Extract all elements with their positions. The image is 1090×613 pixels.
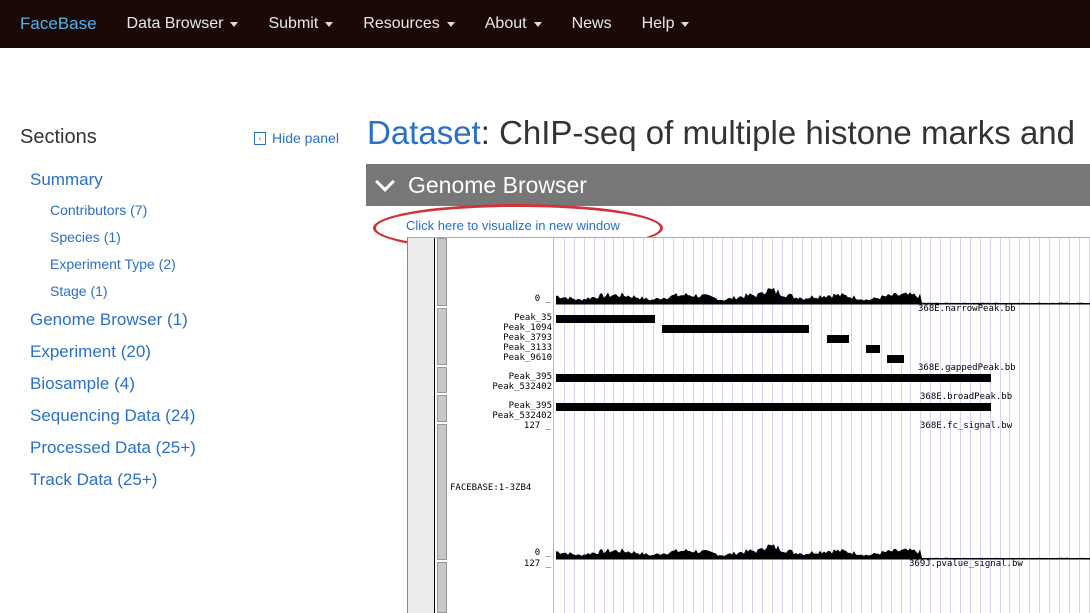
nav-item-submit[interactable]: Submit <box>268 15 334 33</box>
sidebar-item[interactable]: Stage (1) <box>50 283 108 299</box>
track-name: 368E.gappedPeak.bb <box>918 363 1016 373</box>
peak-bar[interactable] <box>556 403 991 411</box>
top-navbar: FaceBase Data Browser Submit Resources Abou… <box>0 0 1090 48</box>
peak-bar[interactable] <box>827 335 849 343</box>
hide-panel-button[interactable]: ‹ Hide panel <box>254 130 339 146</box>
sidebar-item[interactable]: Track Data (25+) <box>30 470 157 490</box>
peak-bar[interactable] <box>866 345 880 353</box>
caret-down-icon <box>446 21 455 27</box>
nav-label: About <box>484 15 527 32</box>
sidebar-item[interactable]: Experiment Type (2) <box>50 256 176 272</box>
dataset-link[interactable]: Dataset <box>367 114 481 151</box>
axis-label: 127 _ <box>523 559 551 569</box>
caret-down-icon <box>230 21 239 27</box>
nav-item-resources[interactable]: Resources <box>363 15 455 33</box>
page-title: Dataset: ChIP-seq of multiple histone ma… <box>367 114 1075 152</box>
peak-label: Peak_532402 <box>492 411 552 421</box>
sidebar-item[interactable]: Experiment (20) <box>30 342 151 362</box>
peak-label: Peak_1094 <box>503 323 552 333</box>
axis-label: 0 _ <box>534 548 551 558</box>
nav-label: Resources <box>363 15 440 32</box>
track-name: 368E.fc_signal.bw <box>920 421 1013 431</box>
nav-item-news[interactable]: News <box>572 15 612 33</box>
sidebar-item[interactable]: Biosample (4) <box>30 374 135 394</box>
track-name: 369J.pvalue_signal.bw <box>909 559 1023 569</box>
peak-label: Peak_9610 <box>503 353 552 363</box>
peak-bar[interactable] <box>556 374 991 382</box>
chevron-down-icon <box>375 172 395 192</box>
sections-title: Sections <box>20 126 97 148</box>
track-name: 368E.narrowPeak.bb <box>918 304 1016 314</box>
sidebar-item[interactable]: Processed Data (25+) <box>30 438 196 458</box>
nav-item-data-browser[interactable]: Data Browser <box>127 15 239 33</box>
collapse-panel-icon: ‹ <box>254 131 266 145</box>
hide-panel-label: Hide panel <box>272 130 339 146</box>
sidebar-item[interactable]: Genome Browser (1) <box>30 310 188 330</box>
nav-label: Submit <box>268 15 319 32</box>
sidebar-item[interactable]: Summary <box>30 170 103 190</box>
sidebar-item[interactable]: Sequencing Data (24) <box>30 406 195 426</box>
track-name: 368E.broadPeak.bb <box>920 392 1013 402</box>
peak-label: Peak_395 <box>508 372 552 382</box>
peak-bar[interactable] <box>556 315 655 323</box>
peak-label: Peak_3793 <box>503 333 552 343</box>
peak-label: Peak_395 <box>508 401 552 411</box>
peak-label: Peak_532402 <box>492 382 552 392</box>
nav-label: Help <box>641 15 675 32</box>
caret-down-icon <box>533 21 542 27</box>
axis-label: 0 _ <box>534 294 551 304</box>
axis-label: 127 _ <box>523 421 551 431</box>
peak-label: Peak_35 <box>514 313 552 323</box>
caret-down-icon <box>681 21 690 27</box>
sidebar-item[interactable]: Contributors (7) <box>50 202 147 218</box>
peak-bar[interactable] <box>662 325 809 333</box>
brand-link[interactable]: FaceBase <box>20 14 97 34</box>
nav-item-help[interactable]: Help <box>642 15 690 33</box>
section-title: Genome Browser <box>408 171 587 198</box>
nav-label: News <box>571 15 612 32</box>
genome-browser-header[interactable]: Genome Browser <box>366 164 1090 206</box>
nav-label: Data Browser <box>126 15 224 32</box>
nav-item-about[interactable]: About <box>485 15 542 33</box>
caret-down-icon <box>325 21 334 27</box>
peak-bar[interactable] <box>887 355 904 363</box>
sidebar-item[interactable]: Species (1) <box>50 229 121 245</box>
group-label: FACEBASE:1-3ZB4 <box>450 483 532 493</box>
genome-browser-image[interactable]: 0 _ 368E.narrowPeak.bb Peak_35 Peak_1094 Pea… <box>407 237 1090 613</box>
peak-label: Peak_3133 <box>503 343 552 353</box>
title-text: : ChIP-seq of multiple histone marks and <box>480 114 1076 151</box>
